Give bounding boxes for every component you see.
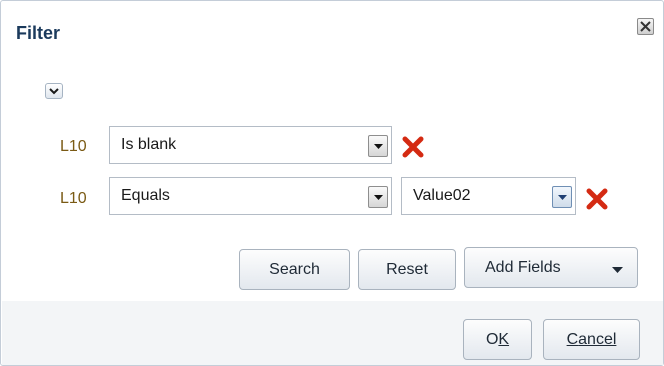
dialog-title: Filter: [16, 23, 61, 43]
filter-dialog: Filter L10 Is blank L10 Equals Value02 S…: [0, 0, 664, 366]
dropdown-arrow[interactable]: [368, 186, 388, 208]
triangle-down-icon: [612, 267, 623, 273]
operator-selected-value: Is blank: [121, 136, 177, 153]
ok-label-prefix: O: [485, 330, 499, 348]
ok-mnemonic: K: [498, 330, 510, 348]
search-button[interactable]: Search: [239, 249, 350, 290]
value-select[interactable]: Value02: [401, 177, 576, 215]
close-button[interactable]: [637, 18, 654, 35]
triangle-down-icon: [557, 194, 567, 200]
close-icon: [640, 21, 651, 32]
dropdown-arrow[interactable]: [552, 186, 572, 208]
expand-toggle[interactable]: [45, 83, 63, 99]
cancel-button[interactable]: Cancel: [543, 319, 640, 360]
cancel-mnemonic: C: [566, 330, 579, 348]
row-label: L10: [60, 190, 87, 207]
operator-selected-value: Equals: [121, 187, 170, 204]
value-selected: Value02: [413, 187, 471, 204]
add-fields-label: Add Fields: [485, 258, 561, 276]
delete-icon[interactable]: [402, 136, 424, 158]
triangle-down-icon: [373, 143, 383, 149]
delete-icon[interactable]: [586, 188, 608, 210]
triangle-down-icon: [373, 194, 383, 200]
dropdown-arrow[interactable]: [368, 135, 388, 157]
ok-button[interactable]: OK: [463, 319, 532, 360]
add-fields-button[interactable]: Add Fields: [464, 247, 638, 288]
row-label: L10: [60, 138, 87, 155]
operator-select[interactable]: Equals: [109, 177, 392, 215]
chevron-down-icon: [49, 87, 59, 94]
reset-button[interactable]: Reset: [358, 249, 456, 290]
operator-select[interactable]: Is blank: [109, 126, 392, 164]
cancel-label-rest: ancel: [578, 330, 617, 348]
